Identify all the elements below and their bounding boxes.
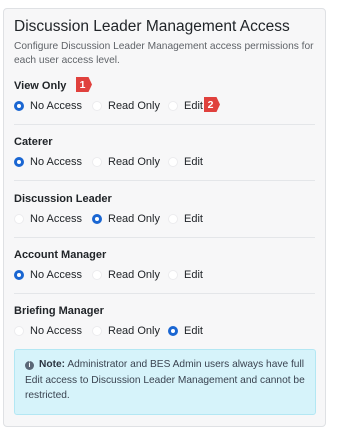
option-label: Edit	[184, 269, 203, 281]
option-label: No Access	[30, 325, 82, 337]
radio-no-access[interactable]: No Access	[14, 99, 82, 113]
radio-read-only[interactable]: Read Only	[92, 155, 160, 169]
radio-edit[interactable]: Edit	[168, 212, 203, 226]
access-level-discussion-leader: Discussion Leader No Access Read Only Ed…	[4, 193, 325, 249]
radio-unchecked-icon[interactable]	[92, 157, 102, 167]
radio-unchecked-icon[interactable]	[168, 101, 178, 111]
option-label: Edit	[184, 156, 203, 168]
option-label: No Access	[30, 156, 82, 168]
radio-no-access[interactable]: No Access	[14, 155, 82, 169]
access-level-account-manager: Account Manager No Access Read Only Edit	[4, 249, 325, 305]
section-divider	[14, 180, 315, 181]
radio-no-access[interactable]: No Access	[14, 268, 82, 282]
radio-edit[interactable]: Edit	[168, 99, 203, 113]
radio-unchecked-icon[interactable]	[168, 214, 178, 224]
radio-no-access[interactable]: No Access	[14, 324, 82, 338]
section-label: Caterer	[14, 136, 53, 148]
radio-checked-icon[interactable]	[14, 270, 24, 280]
radio-unchecked-icon[interactable]	[14, 214, 24, 224]
option-label: Read Only	[108, 269, 160, 281]
radio-unchecked-icon[interactable]	[92, 101, 102, 111]
option-label: No Access	[30, 213, 82, 225]
radio-unchecked-icon[interactable]	[168, 157, 178, 167]
radio-read-only[interactable]: Read Only	[92, 99, 160, 113]
radio-checked-icon[interactable]	[168, 326, 178, 336]
note-label: Note:	[39, 359, 66, 370]
section-divider	[14, 237, 315, 238]
panel-description: Configure Discussion Leader Management a…	[14, 41, 314, 66]
radio-unchecked-icon[interactable]	[14, 326, 24, 336]
radio-checked-icon[interactable]	[92, 214, 102, 224]
option-label: Read Only	[108, 100, 160, 112]
access-settings-panel: Discussion Leader Management Access Conf…	[3, 8, 326, 427]
info-icon: i	[25, 361, 34, 370]
admin-note-alert: i Note: Administrator and BES Admin users…	[14, 349, 316, 415]
section-label: View Only	[14, 80, 67, 92]
radio-unchecked-icon[interactable]	[92, 270, 102, 280]
section-label: Account Manager	[14, 249, 107, 261]
option-label: Edit	[184, 213, 203, 225]
panel-title: Discussion Leader Management Access	[14, 18, 290, 35]
radio-unchecked-icon[interactable]	[168, 270, 178, 280]
radio-edit[interactable]: Edit	[168, 155, 203, 169]
radio-read-only[interactable]: Read Only	[92, 324, 160, 338]
option-label: No Access	[30, 269, 82, 281]
radio-checked-icon[interactable]	[14, 157, 24, 167]
access-level-view-only: View Only No Access Read Only Edit	[4, 80, 325, 136]
section-divider	[14, 293, 315, 294]
radio-checked-icon[interactable]	[14, 101, 24, 111]
section-divider	[14, 124, 315, 125]
radio-read-only[interactable]: Read Only	[92, 268, 160, 282]
option-label: Edit	[184, 325, 203, 337]
option-label: Read Only	[108, 156, 160, 168]
note-text: Administrator and BES Admin users always…	[25, 359, 305, 401]
section-label: Briefing Manager	[14, 305, 104, 317]
radio-read-only[interactable]: Read Only	[92, 212, 160, 226]
radio-edit[interactable]: Edit	[168, 268, 203, 282]
option-label: Read Only	[108, 213, 160, 225]
radio-edit[interactable]: Edit	[168, 324, 203, 338]
access-level-caterer: Caterer No Access Read Only Edit	[4, 136, 325, 192]
option-label: No Access	[30, 100, 82, 112]
radio-unchecked-icon[interactable]	[92, 326, 102, 336]
section-label: Discussion Leader	[14, 193, 112, 205]
radio-no-access[interactable]: No Access	[14, 212, 82, 226]
option-label: Edit	[184, 100, 203, 112]
option-label: Read Only	[108, 325, 160, 337]
